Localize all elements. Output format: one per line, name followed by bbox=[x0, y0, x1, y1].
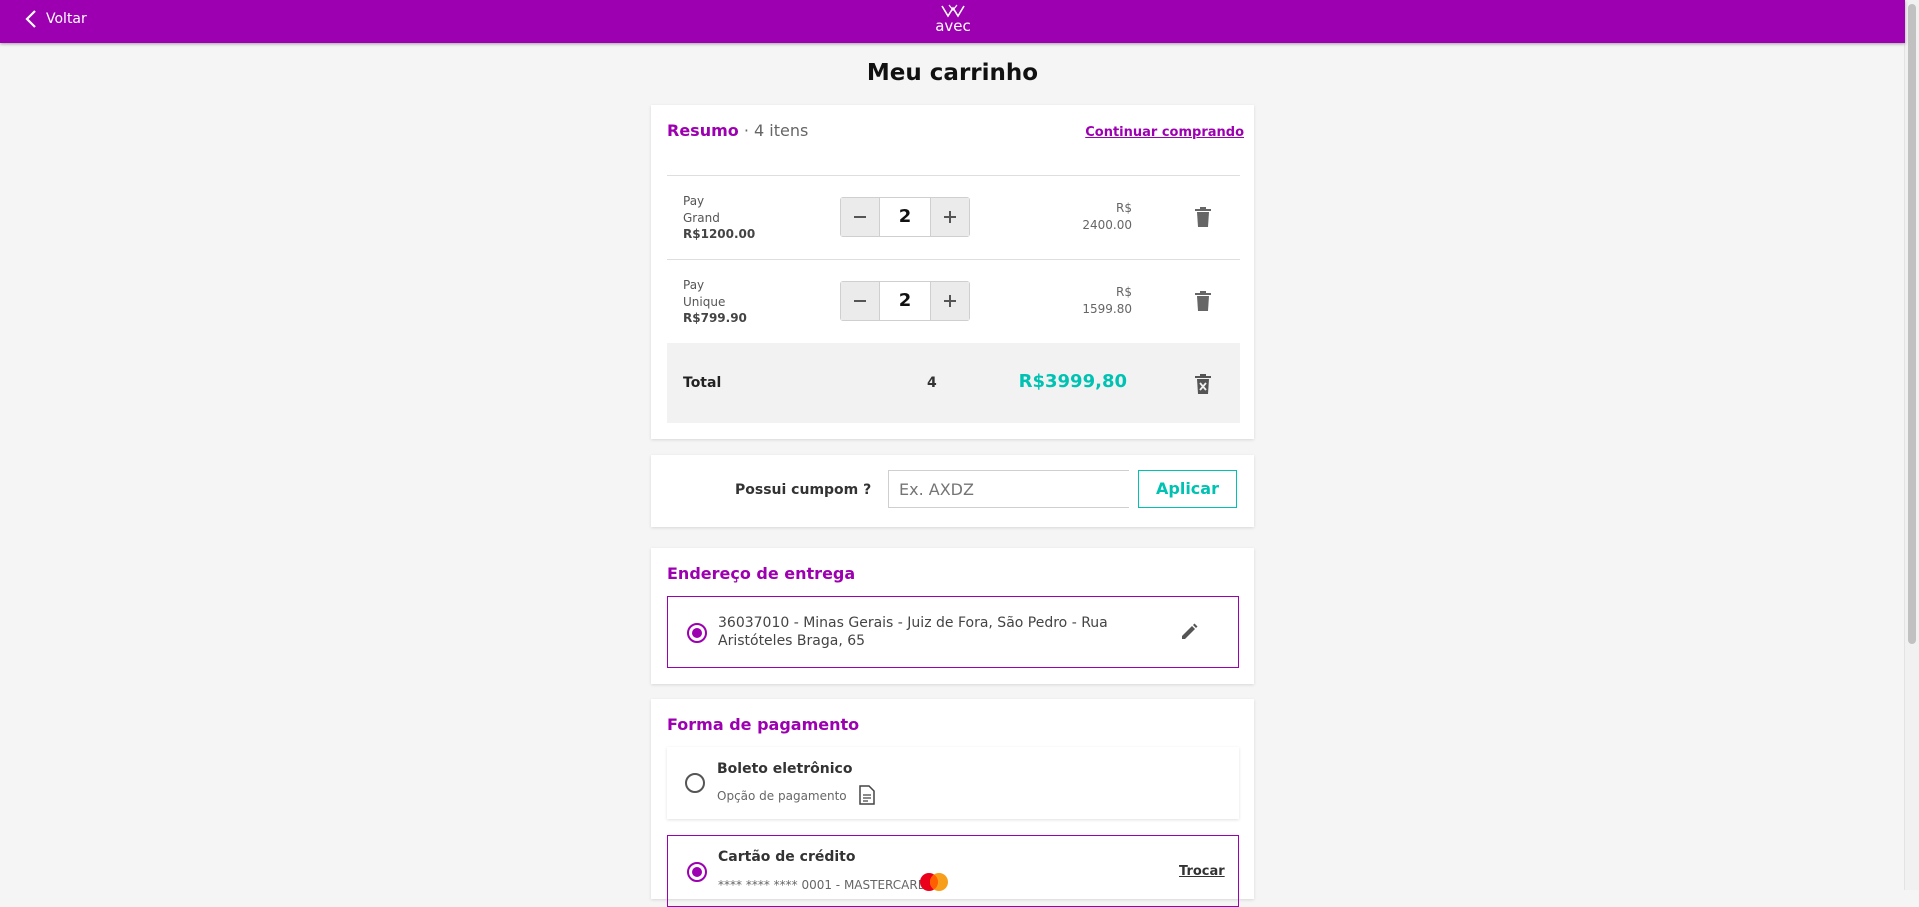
line-total-value: 2400.00 bbox=[1082, 218, 1132, 232]
apply-coupon-button[interactable]: Aplicar bbox=[1138, 470, 1237, 508]
credit-card-option[interactable]: Cartão de crédito **** **** **** 0001 - … bbox=[667, 835, 1239, 907]
back-label: Voltar bbox=[46, 11, 87, 27]
item-info: Pay Unique R$799.90 bbox=[683, 277, 747, 325]
radio-icon[interactable] bbox=[687, 862, 707, 882]
credit-card-title: Cartão de crédito bbox=[718, 849, 856, 865]
line-total-value: 1599.80 bbox=[1082, 302, 1132, 316]
line-total: R$ 2400.00 bbox=[1042, 200, 1132, 234]
minus-icon bbox=[854, 300, 867, 302]
cart-item: Pay Unique R$799.90 2 R$ 1599.80 bbox=[667, 259, 1240, 343]
clear-cart-icon[interactable] bbox=[1195, 374, 1211, 394]
address-card: Endereço de entrega 36037010 - Minas Ger… bbox=[651, 548, 1254, 684]
decrease-button[interactable] bbox=[841, 198, 880, 236]
total-quantity: 4 bbox=[927, 375, 937, 391]
trash-icon[interactable] bbox=[1194, 290, 1212, 312]
boleto-option[interactable]: Boleto eletrônico Opção de pagamento bbox=[667, 747, 1239, 819]
summary-title: Resumo bbox=[667, 121, 739, 140]
avec-logo-icon bbox=[941, 4, 965, 18]
plus-icon bbox=[943, 295, 956, 307]
continue-shopping-link[interactable]: Continuar comprando bbox=[1085, 125, 1244, 140]
address-line1: 36037010 - Minas Gerais - Juiz de Fora, … bbox=[718, 615, 1108, 631]
item-name-line1: Pay bbox=[683, 194, 705, 208]
address-text: 36037010 - Minas Gerais - Juiz de Fora, … bbox=[718, 614, 1108, 650]
quantity-stepper: 2 bbox=[840, 197, 970, 237]
scrollbar[interactable] bbox=[1904, 0, 1919, 890]
total-price: R$3999,80 bbox=[1018, 371, 1127, 392]
line-total: R$ 1599.80 bbox=[1042, 284, 1132, 318]
address-title: Endereço de entrega bbox=[667, 564, 856, 583]
decrease-button[interactable] bbox=[841, 282, 880, 320]
coupon-label: Possui cumpom ? bbox=[735, 482, 872, 498]
chevron-left-icon bbox=[25, 10, 36, 28]
radio-icon[interactable] bbox=[685, 773, 705, 793]
logo-text: avec bbox=[935, 17, 971, 35]
coupon-input[interactable] bbox=[888, 470, 1129, 508]
payment-title: Forma de pagamento bbox=[667, 715, 860, 734]
quantity-stepper: 2 bbox=[840, 281, 970, 321]
address-option[interactable]: 36037010 - Minas Gerais - Juiz de Fora, … bbox=[667, 596, 1239, 668]
summary-card: Resumo · 4 itens Continuar comprando Pay… bbox=[651, 105, 1254, 439]
address-line2: Aristóteles Braga, 65 bbox=[718, 633, 866, 649]
cart-item: Pay Grand R$1200.00 2 R$ 2400.00 bbox=[667, 175, 1240, 259]
avec-logo[interactable]: avec bbox=[932, 3, 974, 39]
boleto-subtitle: Opção de pagamento bbox=[717, 789, 847, 803]
plus-icon bbox=[943, 211, 956, 223]
line-total-currency: R$ bbox=[1116, 201, 1132, 215]
top-app-bar: Voltar avec bbox=[0, 0, 1905, 43]
page-title: Meu carrinho bbox=[866, 60, 1039, 86]
scrollbar-thumb[interactable] bbox=[1908, 4, 1916, 644]
item-unit-price: R$799.90 bbox=[683, 311, 747, 325]
change-card-link[interactable]: Trocar bbox=[1179, 864, 1225, 879]
document-icon bbox=[859, 785, 875, 805]
item-name-line2: Grand bbox=[683, 211, 720, 225]
item-name-line2: Unique bbox=[683, 295, 726, 309]
edit-icon[interactable] bbox=[1179, 622, 1199, 642]
boleto-title: Boleto eletrônico bbox=[717, 761, 853, 777]
trash-icon[interactable] bbox=[1194, 206, 1212, 228]
item-unit-price: R$1200.00 bbox=[683, 227, 756, 241]
item-info: Pay Grand R$1200.00 bbox=[683, 193, 755, 241]
increase-button[interactable] bbox=[930, 282, 969, 320]
summary-count: · 4 itens bbox=[743, 121, 809, 140]
quantity-value[interactable]: 2 bbox=[879, 198, 931, 236]
radio-icon[interactable] bbox=[687, 623, 707, 643]
coupon-card: Possui cumpom ? Aplicar bbox=[651, 455, 1254, 527]
mastercard-icon bbox=[920, 873, 948, 891]
summary-heading: Resumo · 4 itens bbox=[667, 121, 808, 140]
increase-button[interactable] bbox=[930, 198, 969, 236]
back-button[interactable]: Voltar bbox=[24, 8, 87, 30]
quantity-value[interactable]: 2 bbox=[879, 282, 931, 320]
total-row: Total 4 R$3999,80 bbox=[667, 343, 1240, 423]
item-name-line1: Pay bbox=[683, 278, 705, 292]
minus-icon bbox=[854, 216, 867, 218]
line-total-currency: R$ bbox=[1116, 285, 1132, 299]
payment-card: Forma de pagamento Boleto eletrônico Opç… bbox=[651, 699, 1254, 907]
total-label: Total bbox=[683, 375, 722, 391]
